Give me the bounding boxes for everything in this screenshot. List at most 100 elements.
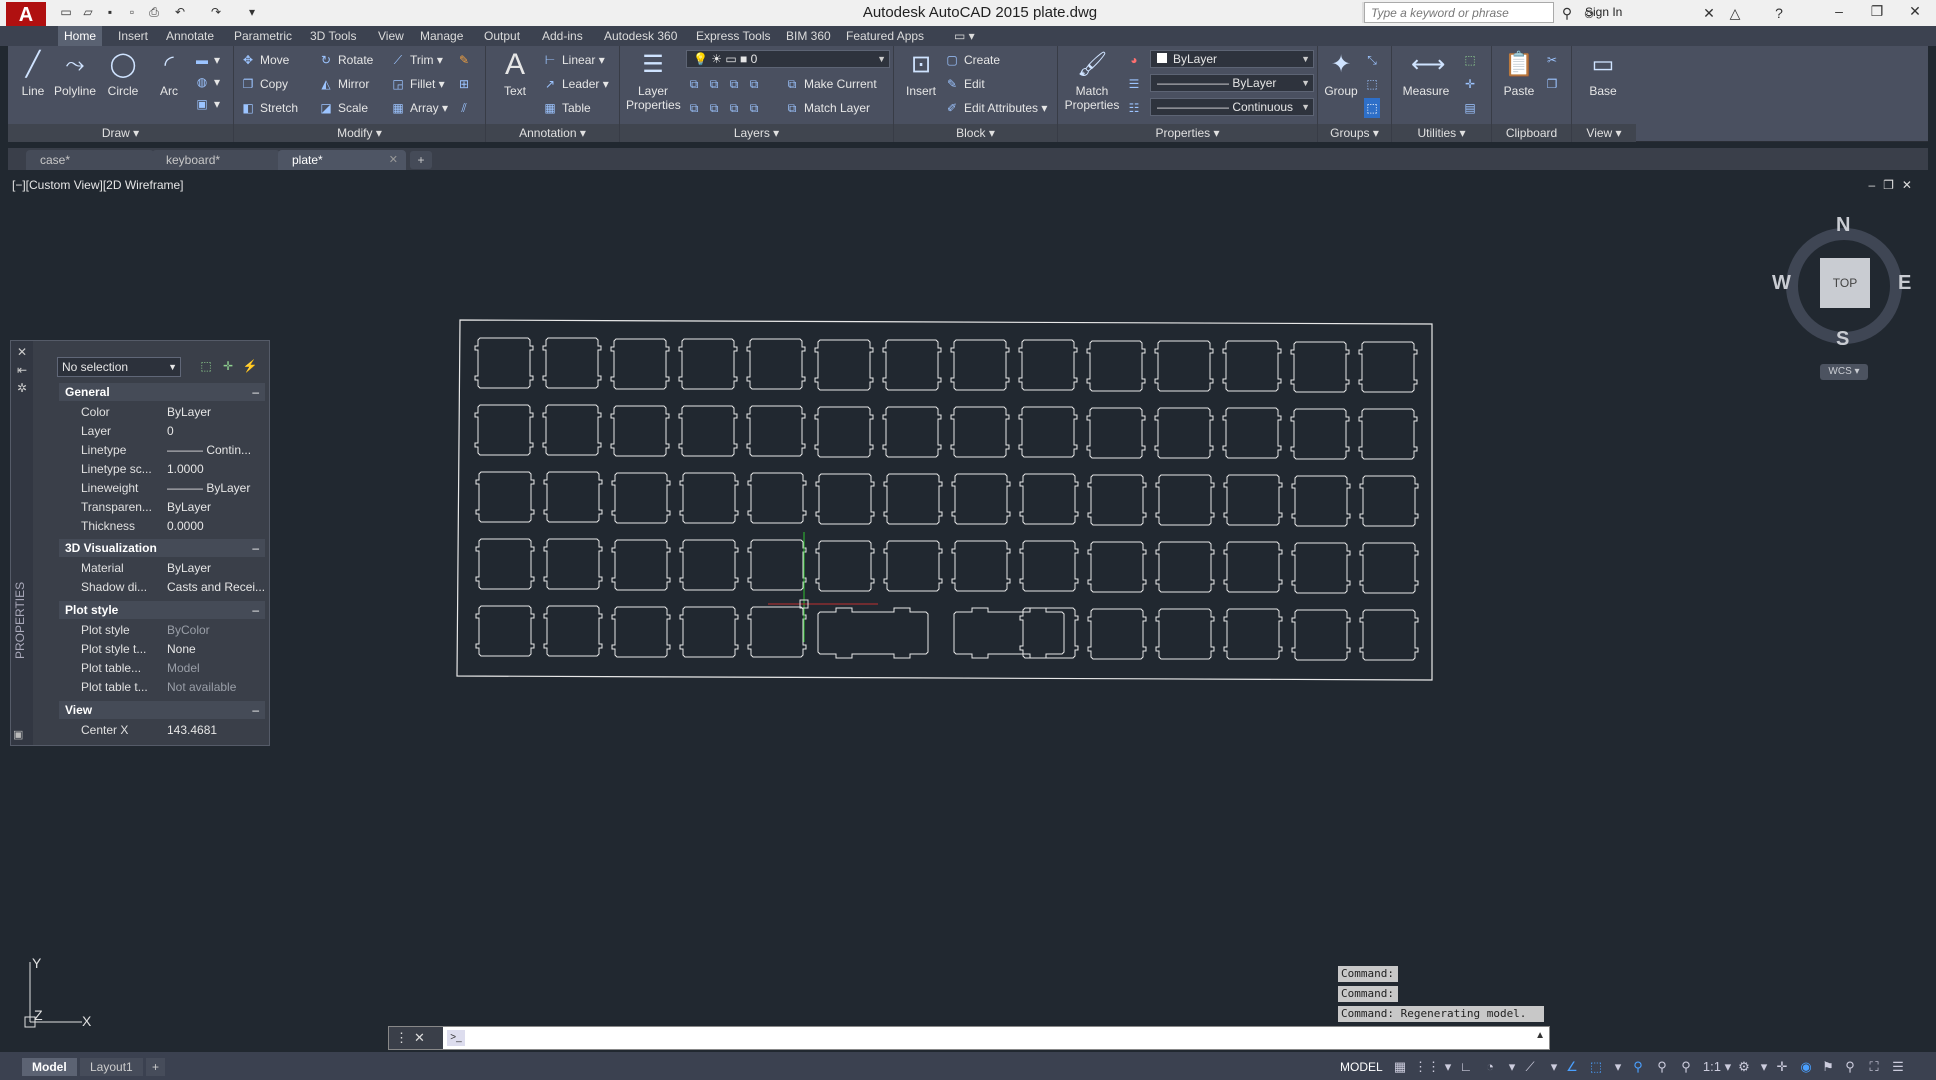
keyboard-plate-drawing[interactable] — [8, 172, 1928, 1050]
key-cutout[interactable] — [1019, 607, 1079, 659]
create-block-button[interactable]: ▢ Create — [944, 50, 1000, 70]
add-layout-button[interactable]: + — [146, 1058, 166, 1076]
object-snap-tracking-icon[interactable]: ∠ — [1562, 1058, 1582, 1076]
chevron-down-icon[interactable]: ▾ — [1438, 1058, 1458, 1076]
key-cutout[interactable] — [882, 406, 942, 458]
circle-button[interactable]: ◯ Circle — [100, 50, 146, 98]
fillet-button[interactable]: ◲ Fillet ▾ — [390, 74, 444, 94]
key-cutout[interactable] — [747, 472, 807, 524]
tab-autodesk-360[interactable]: Autodesk 360 — [598, 26, 683, 46]
property-row[interactable]: Linetype ——— Contin... — [59, 441, 265, 460]
table-button[interactable]: ▦ Table — [542, 98, 590, 118]
object-snap-icon[interactable]: ⬚ — [1586, 1058, 1606, 1076]
key-cutout[interactable] — [474, 404, 534, 456]
ungroup-icon[interactable]: ⤡ — [1364, 50, 1384, 70]
array-button[interactable]: ▦ Array ▾ — [390, 98, 448, 118]
viewcube-top-face[interactable]: TOP — [1820, 258, 1870, 308]
key-cutout[interactable] — [679, 472, 739, 524]
draw-panel-label[interactable]: Draw ▾ — [8, 124, 233, 142]
key-cutout[interactable] — [815, 540, 875, 592]
annotation-scale-icon[interactable]: ⚲ — [1676, 1058, 1696, 1076]
key-cutout[interactable] — [1359, 475, 1419, 527]
key-cutout[interactable] — [543, 538, 603, 590]
drawing-viewport[interactable]: [−][Custom View][2D Wireframe] –❐✕ — [8, 172, 1928, 1050]
property-value[interactable]: Model — [167, 659, 265, 678]
calculator-icon[interactable]: ▤ — [1462, 98, 1482, 118]
key-cutout[interactable] — [475, 605, 535, 657]
tab-output[interactable]: Output — [478, 26, 526, 46]
tab-home[interactable]: Home — [58, 26, 103, 46]
selection-dropdown[interactable]: No selection ▼ — [57, 357, 181, 377]
key-cutout[interactable] — [1358, 408, 1418, 460]
stretch-button[interactable]: ◧ Stretch — [240, 98, 298, 118]
ribbon-options-icon[interactable]: ▭ ▾ — [948, 26, 981, 46]
key-cutout[interactable] — [1291, 542, 1351, 594]
property-row[interactable]: Layer 0 — [59, 422, 265, 441]
fullscreen-icon[interactable]: ⛶ — [1864, 1058, 1884, 1076]
property-row[interactable]: Center X 143.4681 — [59, 721, 265, 740]
property-value[interactable]: ——— Contin... — [167, 441, 265, 460]
property-value[interactable]: ByLayer — [167, 498, 265, 517]
key-cutout[interactable] — [815, 473, 875, 525]
close-tab-icon[interactable]: ✕ — [389, 150, 398, 170]
key-cutout[interactable] — [746, 338, 806, 390]
grid-icon[interactable]: ▦ — [1390, 1058, 1410, 1076]
tab-insert[interactable]: Insert — [112, 26, 154, 46]
wcs-menu[interactable]: WCS ▾ — [1820, 364, 1868, 380]
plate-outline[interactable] — [456, 319, 1433, 681]
clipboard-panel-label[interactable]: Clipboard — [1492, 124, 1571, 142]
select-objects-icon[interactable]: ✛ — [219, 357, 237, 375]
chevron-down-icon[interactable]: ▾ — [1544, 1058, 1564, 1076]
key-cutout[interactable] — [1290, 408, 1350, 460]
key-cutout[interactable] — [1291, 475, 1351, 527]
quick-select-icon[interactable]: ⬚ — [1462, 50, 1482, 70]
key-cutout[interactable] — [1223, 474, 1283, 526]
erase-icon[interactable]: ✎ — [456, 50, 476, 70]
key-cutout[interactable] — [950, 339, 1010, 391]
layer-dropdown[interactable]: 💡 ☀ ▭ ■ 0 ▼ — [686, 50, 890, 68]
a360-icon[interactable]: △ — [1726, 4, 1744, 22]
palette-options-icon[interactable]: ▣ — [13, 728, 23, 741]
rotate-button[interactable]: ↻ Rotate — [318, 50, 373, 70]
group-select-icon[interactable]: ⬚ — [1364, 98, 1384, 118]
tab-3d-tools[interactable]: 3D Tools — [304, 26, 362, 46]
key-cutout[interactable] — [475, 471, 535, 523]
annotation-scale-dropdown[interactable]: 1:1 ▾ — [1700, 1058, 1734, 1076]
linetype-dropdown[interactable]: —————— Continuous ▼ — [1150, 98, 1314, 116]
binoculars-icon[interactable]: ⚲ — [1558, 4, 1576, 22]
key-cutout[interactable] — [883, 473, 943, 525]
doc-tab-case[interactable]: case* — [26, 150, 154, 170]
key-cutout[interactable] — [1018, 339, 1078, 391]
hatch-icon[interactable]: ◍ ▾ — [194, 72, 220, 92]
key-cutout[interactable] — [1019, 540, 1079, 592]
id-point-icon[interactable]: ✛ — [1462, 74, 1482, 94]
key-cutout[interactable] — [611, 539, 671, 591]
key-cutout[interactable] — [1222, 407, 1282, 459]
line-button[interactable]: ╱ Line — [10, 50, 56, 98]
key-cutout[interactable] — [679, 539, 739, 591]
close-button[interactable]: ✕ — [1894, 0, 1936, 22]
tab-view[interactable]: View — [372, 26, 410, 46]
property-row[interactable]: Linetype sc... 1.0000 — [59, 460, 265, 479]
doc-tab-plate[interactable]: plate* ✕ — [278, 150, 406, 170]
autohide-icon[interactable]: ⇤ — [11, 363, 33, 377]
chevron-down-icon[interactable]: ▾ — [1754, 1058, 1774, 1076]
polyline-button[interactable]: ⤳ Polyline — [52, 50, 98, 98]
key-cutout[interactable] — [678, 405, 738, 457]
key-cutout[interactable] — [746, 405, 806, 457]
text-button[interactable]: A Text — [492, 50, 538, 99]
key-cutout[interactable] — [1223, 608, 1283, 660]
arc-button[interactable]: ◜ Arc — [146, 50, 192, 98]
wide-key-cutout[interactable] — [953, 607, 1065, 659]
leader-button[interactable]: ↗ Leader ▾ — [542, 74, 609, 94]
isolate-objects-icon[interactable]: ◉ — [1796, 1058, 1816, 1076]
property-row[interactable]: Material ByLayer — [59, 559, 265, 578]
color-dropdown[interactable]: ByLayer ▼ — [1150, 50, 1314, 68]
undo-icon[interactable]: ↶ — [172, 4, 188, 20]
tab-parametric[interactable]: Parametric — [228, 26, 298, 46]
key-cutout[interactable] — [611, 472, 671, 524]
properties-ribbon-panel-label[interactable]: Properties ▾ — [1058, 124, 1317, 142]
toggle-pickadd-icon[interactable]: ⬚ — [197, 357, 215, 375]
hardware-acceleration-icon[interactable]: ⚑ — [1818, 1058, 1838, 1076]
redo-icon[interactable]: ↷ — [208, 4, 224, 20]
